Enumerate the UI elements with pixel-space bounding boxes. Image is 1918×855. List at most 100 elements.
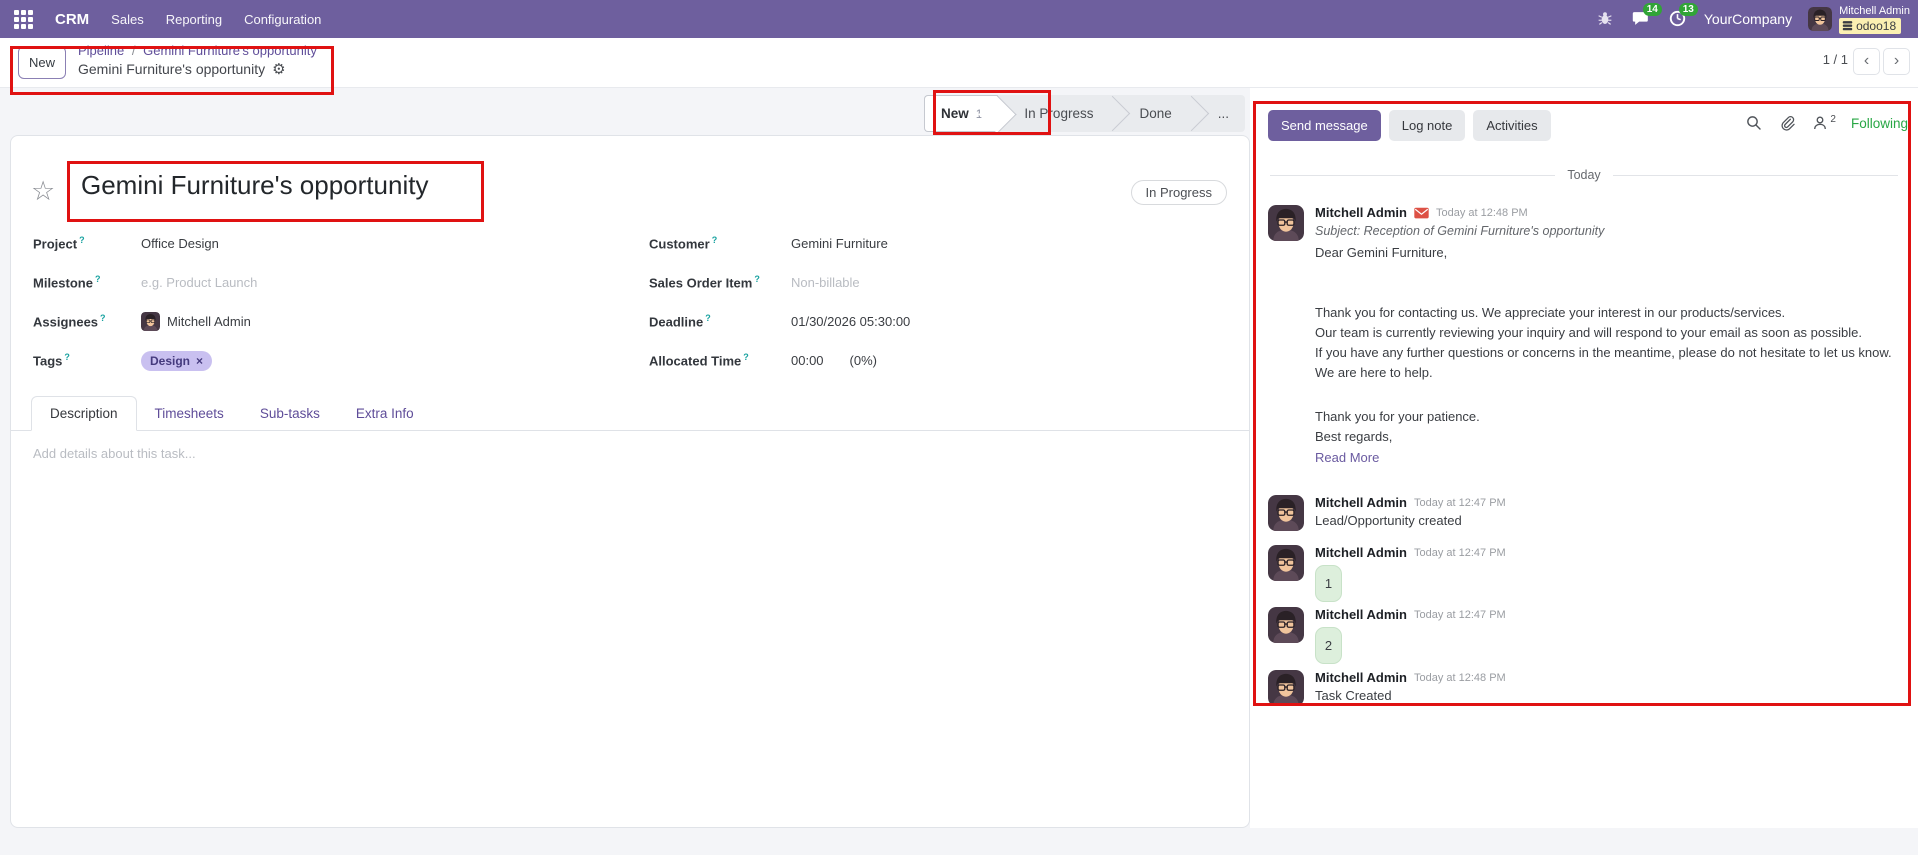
user-menu[interactable]: Mitchell Admin odoo18 — [1808, 5, 1910, 34]
message-author[interactable]: Mitchell Admin — [1315, 495, 1407, 510]
message-body: Lead/Opportunity created — [1315, 511, 1900, 531]
message-time: Today at 12:47 PM — [1414, 547, 1506, 559]
database-icon — [1842, 20, 1853, 31]
message-time: Today at 12:47 PM — [1414, 497, 1506, 509]
assignee-chip[interactable]: Mitchell Admin — [141, 312, 251, 331]
tags-label: Tags — [33, 354, 62, 369]
followers-icon[interactable]: 2 — [1811, 114, 1836, 132]
breadcrumb-parent-link[interactable]: Gemini Furniture's opportunity — [143, 43, 317, 58]
allocated-time-value[interactable]: 00:00 — [791, 353, 824, 368]
milestone-input[interactable]: e.g. Product Launch — [141, 275, 257, 290]
help-icon: ? — [712, 235, 718, 245]
field-row-assignees: Assignees? Mitchell Admin — [33, 302, 513, 341]
task-form-sheet: ☆ Gemini Furniture's opportunity In Prog… — [10, 135, 1250, 828]
message-time: Today at 12:48 PM — [1414, 672, 1506, 684]
kanban-state-badge[interactable]: In Progress — [1131, 180, 1227, 205]
message-author[interactable]: Mitchell Admin — [1315, 205, 1407, 220]
tab-description[interactable]: Description — [31, 396, 137, 431]
help-icon: ? — [64, 352, 70, 362]
field-row-customer: Customer? Gemini Furniture — [649, 224, 1129, 263]
read-more-link[interactable]: Read More — [1315, 448, 1900, 468]
project-value[interactable]: Office Design — [141, 236, 219, 251]
pager-next-button[interactable]: › — [1883, 48, 1910, 75]
message-log: Mitchell Admin Today at 12:48 PM Task Cr… — [1250, 670, 1918, 706]
stage-more[interactable]: ... — [1202, 95, 1245, 132]
notebook-tabs: Description Timesheets Sub-tasks Extra I… — [11, 394, 1249, 431]
stage-statusbar: New 1m In Progress Done ... — [924, 95, 1245, 132]
field-row-deadline: Deadline? 01/30/2026 05:30:00 — [649, 302, 1129, 341]
bug-icon[interactable] — [1596, 9, 1616, 29]
help-icon: ? — [754, 274, 760, 284]
tab-timesheets[interactable]: Timesheets — [137, 397, 242, 430]
allocated-time-percent: (0%) — [850, 353, 877, 368]
field-row-sales-order-item: Sales Order Item? Non-billable — [649, 263, 1129, 302]
sales-order-item-input[interactable]: Non-billable — [791, 275, 860, 290]
following-toggle[interactable]: Following — [1851, 116, 1908, 131]
activity-count-badge: 13 — [1679, 3, 1698, 16]
stage-chevron-icon — [1109, 95, 1123, 132]
tab-extra-info[interactable]: Extra Info — [338, 397, 432, 430]
date-divider: Today — [1250, 168, 1918, 182]
chevron-right-icon: › — [1894, 52, 1899, 69]
send-message-button[interactable]: Send message — [1268, 110, 1381, 141]
message-note: Mitchell Admin Today at 12:47 PM 2 — [1250, 607, 1918, 664]
message-email: Mitchell Admin Today at 12:48 PM Subject… — [1250, 205, 1918, 468]
message-author[interactable]: Mitchell Admin — [1315, 545, 1407, 560]
message-avatar — [1268, 545, 1304, 581]
chatter-panel: Send message Log note Activities 2 Follo… — [1250, 88, 1918, 828]
assignee-name: Mitchell Admin — [167, 314, 251, 329]
menu-reporting[interactable]: Reporting — [166, 12, 222, 27]
breadcrumb-current: Gemini Furniture's opportunity — [78, 61, 265, 77]
apps-grid-icon[interactable] — [14, 10, 33, 29]
activities-button[interactable]: Activities — [1473, 110, 1550, 141]
field-row-allocated-time: Allocated Time? 00:00 (0%) — [649, 341, 1129, 380]
favorite-star-icon[interactable]: ☆ — [31, 176, 55, 207]
messages-icon[interactable]: 14 — [1632, 9, 1652, 29]
activity-clock-icon[interactable]: 13 — [1668, 9, 1688, 29]
description-editor[interactable]: Add details about this task... — [33, 446, 196, 461]
pager-counter: 1 / 1 — [1823, 52, 1848, 67]
breadcrumb-separator: / — [132, 43, 136, 58]
gear-icon[interactable]: ⚙ — [272, 60, 285, 78]
help-icon: ? — [100, 313, 106, 323]
message-note: Mitchell Admin Today at 12:47 PM 1 — [1250, 545, 1918, 602]
assignee-avatar — [141, 312, 160, 331]
task-title[interactable]: Gemini Furniture's opportunity — [81, 170, 428, 201]
breadcrumb-pipeline-link[interactable]: Pipeline — [78, 43, 124, 58]
field-row-project: Project? Office Design — [33, 224, 513, 263]
menu-configuration[interactable]: Configuration — [244, 12, 321, 27]
deadline-value[interactable]: 01/30/2026 05:30:00 — [791, 314, 910, 329]
help-icon: ? — [79, 235, 85, 245]
tab-subtasks[interactable]: Sub-tasks — [242, 397, 338, 430]
new-button[interactable]: New — [18, 46, 66, 79]
log-note-button[interactable]: Log note — [1389, 110, 1466, 141]
attachment-paperclip-icon[interactable] — [1778, 114, 1796, 132]
chevron-left-icon: ‹ — [1864, 52, 1869, 69]
breadcrumb: Pipeline / Gemini Furniture's opportunit… — [78, 43, 317, 78]
help-icon: ? — [743, 352, 749, 362]
user-avatar — [1808, 7, 1832, 31]
message-author[interactable]: Mitchell Admin — [1315, 670, 1407, 685]
customer-value[interactable]: Gemini Furniture — [791, 236, 888, 251]
pager-prev-button[interactable]: ‹ — [1853, 48, 1880, 75]
message-time: Today at 12:48 PM — [1436, 207, 1528, 219]
field-row-milestone: Milestone? e.g. Product Launch — [33, 263, 513, 302]
tag-design[interactable]: Design × — [141, 351, 212, 371]
message-avatar — [1268, 607, 1304, 643]
message-avatar — [1268, 205, 1304, 241]
message-bubble: 2 — [1315, 627, 1342, 664]
search-messages-icon[interactable] — [1745, 114, 1763, 132]
field-group-right: Customer? Gemini Furniture Sales Order I… — [649, 224, 1129, 380]
stage-chevron-icon — [1188, 95, 1202, 132]
user-name: Mitchell Admin — [1839, 5, 1910, 18]
tag-close-icon[interactable]: × — [196, 354, 203, 368]
project-label: Project — [33, 237, 77, 252]
stage-new[interactable]: New 1m — [924, 95, 998, 132]
app-menu-crm[interactable]: CRM — [55, 11, 89, 28]
message-log: Mitchell Admin Today at 12:47 PM Lead/Op… — [1250, 495, 1918, 531]
company-switcher[interactable]: YourCompany — [1704, 11, 1792, 27]
top-navbar: CRM Sales Reporting Configuration 14 13 … — [0, 0, 1918, 38]
message-body: Dear Gemini Furniture, Thank you for con… — [1315, 243, 1900, 447]
message-author[interactable]: Mitchell Admin — [1315, 607, 1407, 622]
menu-sales[interactable]: Sales — [111, 12, 144, 27]
